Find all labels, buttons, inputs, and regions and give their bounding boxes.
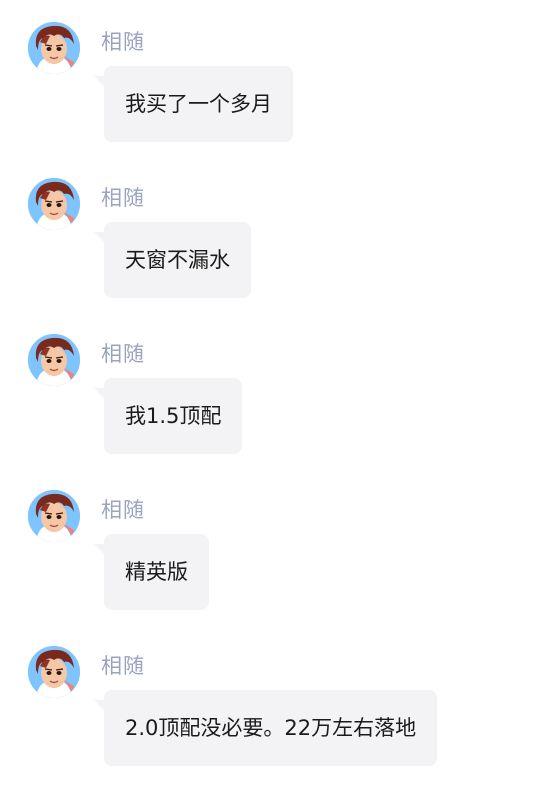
sender-avatar[interactable] [28, 334, 80, 386]
sender-avatar[interactable] [28, 490, 80, 542]
chat-message: 相随 我1.5顶配 [0, 334, 544, 474]
sender-avatar[interactable] [28, 646, 80, 698]
message-text: 我1.5顶配 [125, 404, 222, 428]
chat-message: 相随 天窗不漏水 [0, 178, 544, 318]
sender-name: 相随 [101, 342, 145, 366]
message-bubble[interactable]: 2.0顶配没必要。22万左右落地 [93, 690, 438, 766]
cartoon-boy-avatar-icon [28, 334, 80, 386]
message-text: 2.0顶配没必要。22万左右落地 [125, 716, 417, 740]
cartoon-boy-avatar-icon [28, 22, 80, 74]
message-text: 精英版 [125, 560, 188, 584]
message-bubble[interactable]: 我买了一个多月 [94, 66, 293, 142]
cartoon-boy-avatar-icon [28, 646, 80, 698]
sender-name: 相随 [101, 654, 145, 678]
sender-name: 相随 [101, 498, 145, 522]
chat-message: 相随 2.0顶配没必要。22万左右落地 [0, 646, 544, 786]
chat-message: 相随 精英版 [0, 490, 544, 630]
sender-avatar[interactable] [28, 22, 80, 74]
chat-message-list: 相随 我买了一个多月 相随 天窗不漏水 相随 我1.5顶配 相随 精英版 相随 … [0, 0, 544, 792]
cartoon-boy-avatar-icon [28, 178, 80, 230]
chat-message: 相随 我买了一个多月 [0, 22, 544, 162]
cartoon-boy-avatar-icon [28, 490, 80, 542]
sender-name: 相随 [101, 30, 145, 54]
message-bubble[interactable]: 天窗不漏水 [94, 222, 251, 298]
sender-avatar[interactable] [28, 178, 80, 230]
message-bubble[interactable]: 我1.5顶配 [93, 378, 243, 454]
message-bubble[interactable]: 精英版 [94, 534, 209, 610]
sender-name: 相随 [101, 186, 145, 210]
message-text: 我买了一个多月 [125, 92, 272, 116]
message-text: 天窗不漏水 [125, 248, 230, 272]
